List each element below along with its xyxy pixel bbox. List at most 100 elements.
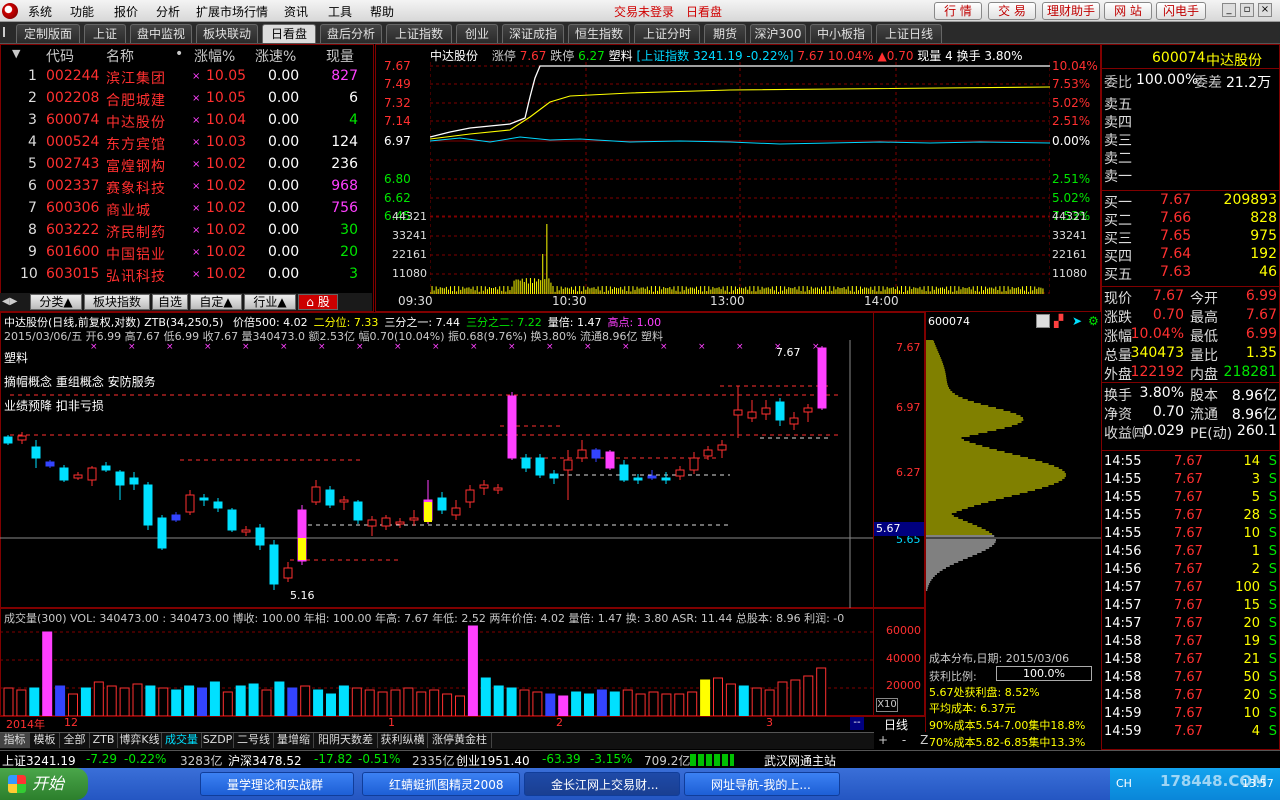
candle[interactable] [367,519,377,527]
candle[interactable] [507,395,517,459]
menu-quote[interactable]: 报价 [114,3,138,20]
candle[interactable] [437,497,447,511]
candle[interactable] [647,475,657,479]
restore-icon[interactable]: ▫ [1240,3,1254,17]
tab-daily-view[interactable]: 日看盘 [262,24,316,43]
finance-assistant-button[interactable]: 理财助手 [1042,2,1100,20]
tab-sme-index[interactable]: 中小板指 [810,24,872,43]
candle[interactable] [45,461,55,467]
candle[interactable] [789,417,799,425]
zoom-reset-icon[interactable]: Z [920,733,928,747]
candle[interactable] [661,477,671,481]
candle[interactable] [311,486,321,503]
candle[interactable] [143,484,153,526]
candle[interactable] [59,467,69,481]
website-button[interactable]: 网 站 [1104,2,1152,20]
zoom-out-icon[interactable]: - [902,733,906,747]
candle[interactable] [703,449,713,457]
candle[interactable] [17,435,27,441]
indicator-tab[interactable]: ZTB [90,733,118,748]
col-name[interactable]: 名称 [106,46,134,66]
menu-system[interactable]: 系统 [28,3,52,20]
candle[interactable] [129,477,139,485]
tab-sh-daily[interactable]: 上证日线 [876,24,942,43]
bid-row[interactable]: 买二 7.66 828 [1102,210,1280,229]
col-volume[interactable]: 现量 [326,46,354,66]
indicator-tab[interactable]: 全部 [60,733,90,748]
candle[interactable] [241,529,251,533]
candle[interactable] [115,471,125,486]
tab-custom-layout[interactable]: 定制版面 [16,24,80,43]
menu-info[interactable]: 资讯 [284,3,308,20]
candle[interactable] [689,457,699,471]
candle[interactable] [199,497,209,501]
candle[interactable] [31,446,41,459]
candle[interactable] [717,444,727,451]
tab-sh-index[interactable]: 上证指数 [386,24,452,43]
indicator-tab[interactable]: 成交量 [162,733,202,748]
bid-row[interactable]: 买五 7.63 46 [1102,264,1280,283]
ask-row[interactable]: 卖一 [1102,166,1280,185]
candle[interactable] [381,517,391,527]
menu-help[interactable]: 帮助 [370,3,394,20]
candle[interactable] [803,407,813,413]
bid-row[interactable]: 买四 7.64 192 [1102,246,1280,265]
menu-extended-market[interactable]: 扩展市场行情 [196,3,268,20]
candle[interactable] [157,517,167,549]
taskbar-item-trading-app[interactable]: 金长江网上交易财... [524,772,680,796]
quote-row[interactable]: 5 002743 富煌钢构 × 10.02 0.00 236 [0,154,372,176]
trade-button[interactable]: 交 易 [988,2,1036,20]
period-label[interactable]: 日线 [884,716,908,733]
candle[interactable] [577,449,587,459]
candle[interactable] [409,517,419,521]
candle[interactable] [325,489,335,506]
candle[interactable] [87,467,97,481]
taskbar-item-qq-group[interactable]: 量学理论和实战群 [200,772,354,796]
quote-row[interactable]: 4 000524 东方宾馆 × 10.03 0.00 124 [0,132,372,154]
candle[interactable] [451,507,461,516]
candle[interactable] [563,459,573,471]
candle[interactable] [353,501,363,521]
subtab-sector-index[interactable]: 板块指数 [84,294,150,310]
sort-icon[interactable]: ▼ [12,47,20,60]
candle[interactable] [73,474,83,479]
candle[interactable] [171,514,181,521]
indicator-tab[interactable]: 阳阴天数差 [314,733,378,748]
subtab-category[interactable]: 分类▲ [30,294,82,310]
candle[interactable] [675,469,685,477]
col-speed[interactable]: 涨速% [255,46,296,66]
bid-row[interactable]: 买一 7.67 209893 [1102,192,1280,211]
quote-row[interactable]: 3 600074 中达股份 × 10.04 0.00 4 [0,110,372,132]
candle[interactable] [493,487,503,491]
quote-row[interactable]: 10 603015 弘讯科技 × 10.02 0.00 3 [0,264,372,286]
tab-sz-component[interactable]: 深证成指 [502,24,564,43]
col-code[interactable]: 代码 [46,46,74,66]
subtab-industry[interactable]: 行业▲ [244,294,296,310]
tab-sector-linkage[interactable]: 板块联动 [196,24,258,43]
hs-index[interactable]: 沪深3478.52 [228,752,302,769]
sh-index[interactable]: 上证3241.19 [2,752,76,769]
quote-row[interactable]: 1 002244 滨江集团 × 10.05 0.00 827 [0,66,372,88]
bid-row[interactable]: 买三 7.65 975 [1102,228,1280,247]
candle[interactable] [255,527,265,546]
candle[interactable] [3,436,13,444]
candle[interactable] [521,457,531,469]
candle[interactable] [465,489,475,503]
candle[interactable] [817,347,827,409]
tab-sh[interactable]: 上证 [84,24,126,43]
indicator-tab[interactable]: 模板 [30,733,60,748]
indicator-tab[interactable]: 涨停黄金柱 [428,733,492,748]
candle[interactable] [549,473,559,479]
tab-hang-seng[interactable]: 恒生指数 [568,24,630,43]
candle[interactable] [619,464,629,481]
candle[interactable] [269,544,279,585]
candle[interactable] [101,465,111,471]
menu-tools[interactable]: 工具 [328,3,352,20]
subtab-stocks[interactable]: ⌂ 股 [298,294,338,310]
ime-indicator[interactable]: CH [1116,777,1132,790]
indicator-tab[interactable]: 二号线 [234,733,274,748]
indicator-tab[interactable]: 指标 [0,733,30,748]
tab-scroll-icon[interactable] [3,27,11,37]
candle[interactable] [733,409,743,416]
menu-analysis[interactable]: 分析 [156,3,180,20]
